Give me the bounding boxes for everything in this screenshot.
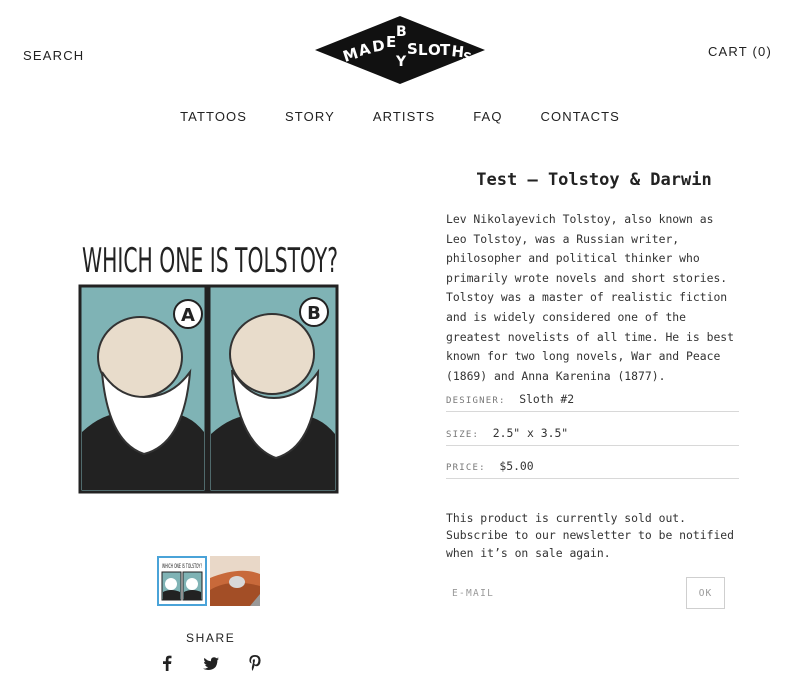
spec-designer-value: Sloth #2 [519,392,575,406]
facebook-icon[interactable] [159,654,175,672]
share-title: SHARE [186,631,236,645]
thumbnail-tattoo-photo[interactable] [210,556,260,606]
nav-item-artists[interactable]: ARTISTS [373,109,435,124]
main-nav: TATTOOS STORY ARTISTS FAQ CONTACTS [0,109,800,124]
svg-text:L: L [418,41,428,59]
image-caption: WHICH ONE IS TOLSTOY? [82,241,338,281]
email-input[interactable] [446,578,678,608]
cart-link[interactable]: CART (0) [708,44,772,59]
nav-item-story[interactable]: STORY [285,109,335,124]
spec-size-value: 2.5" x 3.5" [492,426,569,440]
spec-price-value: $5.00 [499,459,534,473]
svg-text:D: D [371,36,386,56]
svg-text:Y: Y [395,54,407,70]
svg-text:O: O [428,41,441,59]
spec-size: SIZE: 2.5" x 3.5" [446,422,739,446]
sold-out-message: This product is currently sold out. Subs… [446,511,735,560]
spec-size-key: SIZE: [446,430,480,440]
product-description: Lev Nikolayevich Tolstoy, also known as … [446,212,735,383]
share-icons [159,654,263,672]
product-title: Test — Tolstoy & Darwin [476,170,712,190]
twitter-icon[interactable] [203,654,219,672]
search-link[interactable]: SEARCH [23,48,84,63]
product-main-image[interactable]: WHICH ONE IS TOLSTOY? A B [72,222,348,498]
nav-item-faq[interactable]: FAQ [473,109,502,124]
svg-text:B: B [396,24,407,40]
spec-designer: DESIGNER: Sloth #2 [446,388,739,412]
panel-a-label: A [181,305,195,326]
nav-item-tattoos[interactable]: TATTOOS [180,109,247,124]
thumbnail-caption: WHICH ONE IS TOLSTOY? [162,563,202,570]
svg-text:S: S [407,40,418,58]
thumbnail-tolstoy-darwin[interactable]: WHICH ONE IS TOLSTOY? [157,556,207,606]
made-by-sloths-logo[interactable]: M A D E B Y S L O T H S [313,14,487,86]
spec-price-key: PRICE: [446,463,486,473]
thumbnail-strip: WHICH ONE IS TOLSTOY? [157,556,260,606]
svg-text:E: E [386,33,396,51]
spec-price: PRICE: $5.00 [446,455,739,479]
panel-b-label: B [307,303,321,324]
subscribe-ok-button[interactable]: OK [686,577,725,609]
svg-text:S: S [461,49,472,64]
nav-item-contacts[interactable]: CONTACTS [541,109,620,124]
spec-designer-key: DESIGNER: [446,396,506,406]
svg-text:T: T [440,41,451,59]
pinterest-icon[interactable] [247,654,263,672]
